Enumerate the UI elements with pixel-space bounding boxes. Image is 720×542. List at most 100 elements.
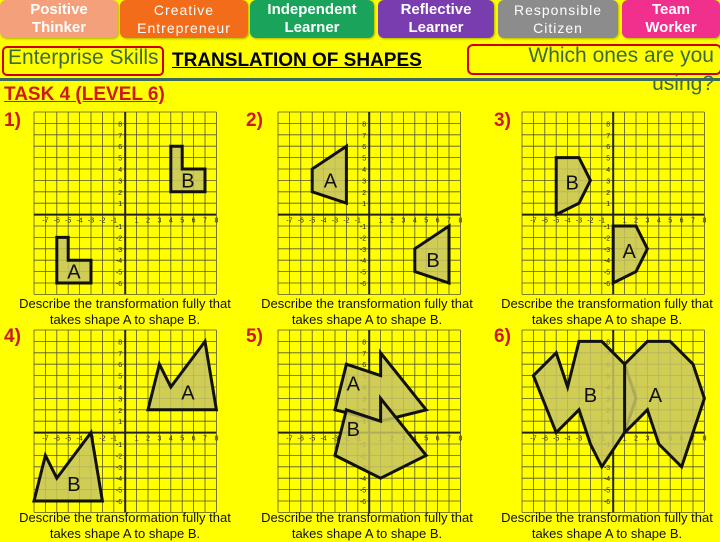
y-tick-label: -2 <box>116 235 122 242</box>
description-line2: takes shape A to shape B. <box>49 312 201 327</box>
description-line2: takes shape A to shape B. <box>531 526 683 541</box>
coordinate-grid-3: -7 -6 -5 -4 -3 -2 -1 1 2 3 4 5 6 7 812345678-1-2-3-4-5… <box>521 111 706 295</box>
y-tick-label: 2 <box>118 190 122 197</box>
y-tick-label: 7 <box>606 133 610 140</box>
y-tick-label: 4 <box>606 167 610 174</box>
x-tick-label: 2 <box>146 436 150 443</box>
tab-team-worker[interactable]: Team Worker <box>622 0 720 38</box>
x-tick-label: -6 <box>542 436 548 443</box>
x-tick-label: -3 <box>576 218 582 225</box>
y-tick-label: -4 <box>116 476 122 483</box>
x-tick-label: -5 <box>309 436 315 443</box>
y-tick-label: 8 <box>118 339 122 346</box>
x-tick-label: -6 <box>298 218 304 225</box>
shape-label-a: A <box>622 241 636 263</box>
x-tick-label: 5 <box>668 218 672 225</box>
shape-label-a: A <box>324 170 338 192</box>
y-tick-label: -3 <box>116 465 122 472</box>
y-tick-label: 8 <box>362 121 366 128</box>
x-tick-label: -6 <box>54 218 60 225</box>
tab-label-line2: Thinker <box>31 19 87 36</box>
shape-label-b: B <box>584 385 597 407</box>
y-tick-label: -5 <box>360 488 366 495</box>
y-tick-label: 6 <box>362 144 366 151</box>
x-tick-label: -7 <box>530 436 536 443</box>
x-tick-label: 8 <box>458 436 462 443</box>
x-tick-label: 2 <box>634 436 638 443</box>
tab-label-line1: Positive <box>30 1 88 18</box>
x-tick-label: 3 <box>645 218 649 225</box>
x-tick-label: 6 <box>436 436 440 443</box>
y-tick-label: -5 <box>360 270 366 277</box>
shape-label-a: A <box>347 374 361 396</box>
y-tick-label: 8 <box>362 339 366 346</box>
y-tick-label: -1 <box>116 442 122 449</box>
x-tick-label: -2 <box>99 218 105 225</box>
x-tick-label: -5 <box>65 218 71 225</box>
tab-label-line1: Team <box>651 1 691 18</box>
description-line1: Describe the transformation fully that <box>501 296 713 311</box>
x-tick-label: 4 <box>657 218 661 225</box>
x-tick-label: -4 <box>76 436 82 443</box>
description-line1: Describe the transformation fully that <box>19 296 231 311</box>
x-tick-label: 2 <box>390 218 394 225</box>
prompt-line1: Which ones are you <box>528 44 714 67</box>
y-tick-label: 8 <box>606 121 610 128</box>
x-tick-label: -3 <box>576 436 582 443</box>
question-number-4: 4) <box>4 326 21 347</box>
shape-label-a: A <box>181 383 195 405</box>
x-tick-label: -5 <box>65 436 71 443</box>
tab-label-line1: Responsible <box>513 2 603 18</box>
y-tick-label: 6 <box>118 144 122 151</box>
x-tick-label: -6 <box>54 436 60 443</box>
shape-label-b: B <box>67 474 80 496</box>
y-tick-label: -4 <box>360 258 366 265</box>
question-number-3: 3) <box>494 110 511 131</box>
y-tick-label: 7 <box>362 351 366 358</box>
x-tick-label: 6 <box>436 218 440 225</box>
x-tick-label: -5 <box>553 218 559 225</box>
y-tick-label: 6 <box>606 144 610 151</box>
x-tick-label: -6 <box>542 218 548 225</box>
x-tick-label: 3 <box>157 436 161 443</box>
question-2-description: Describe the transformation fully that ta… <box>247 296 487 328</box>
x-tick-label: -4 <box>76 218 82 225</box>
y-tick-label: 2 <box>118 408 122 415</box>
y-tick-label: -1 <box>604 224 610 231</box>
page-title: TRANSLATION OF SHAPES <box>172 50 422 71</box>
y-tick-label: 2 <box>606 190 610 197</box>
y-tick-label: 5 <box>606 156 610 163</box>
x-tick-label: 5 <box>180 436 184 443</box>
skills-tab-bar: Positive Thinker Creative Entrepreneur Ind… <box>0 0 720 40</box>
tab-positive-thinker[interactable]: Positive Thinker <box>0 0 118 38</box>
tab-label-line1: Reflective <box>400 1 472 18</box>
y-tick-label: 4 <box>118 167 122 174</box>
y-tick-label: 4 <box>118 385 122 392</box>
prompt-line2: using? <box>652 72 714 95</box>
tab-creative-entrepreneur[interactable]: Creative Entrepreneur <box>120 0 248 38</box>
x-tick-label: -4 <box>564 218 570 225</box>
y-tick-label: 7 <box>118 133 122 140</box>
x-tick-label: 4 <box>413 218 417 225</box>
x-tick-label: 6 <box>192 218 196 225</box>
tab-responsible-citizen[interactable]: Responsible Citizen <box>498 0 618 38</box>
x-tick-label: 3 <box>157 218 161 225</box>
description-line2: takes shape A to shape B. <box>291 312 443 327</box>
tab-reflective-learner[interactable]: Reflective Learner <box>378 0 494 38</box>
x-tick-label: 7 <box>447 436 451 443</box>
y-tick-label: -4 <box>116 258 122 265</box>
question-3-description: Describe the transformation fully that ta… <box>487 296 720 328</box>
x-tick-label: 8 <box>458 218 462 225</box>
x-tick-label: -4 <box>320 436 326 443</box>
tab-independent-learner[interactable]: Independent Learner <box>250 0 374 38</box>
y-tick-label: 1 <box>118 419 122 426</box>
x-tick-label: -6 <box>298 436 304 443</box>
description-line1: Describe the transformation fully that <box>19 510 231 525</box>
y-tick-label: 2 <box>362 190 366 197</box>
y-tick-label: -4 <box>604 476 610 483</box>
tab-label-line2: Entrepreneur <box>137 20 231 36</box>
tab-label-line2: Learner <box>408 19 464 36</box>
y-tick-label: 5 <box>118 374 122 381</box>
y-tick-label: -2 <box>604 235 610 242</box>
y-tick-label: -6 <box>116 499 122 506</box>
